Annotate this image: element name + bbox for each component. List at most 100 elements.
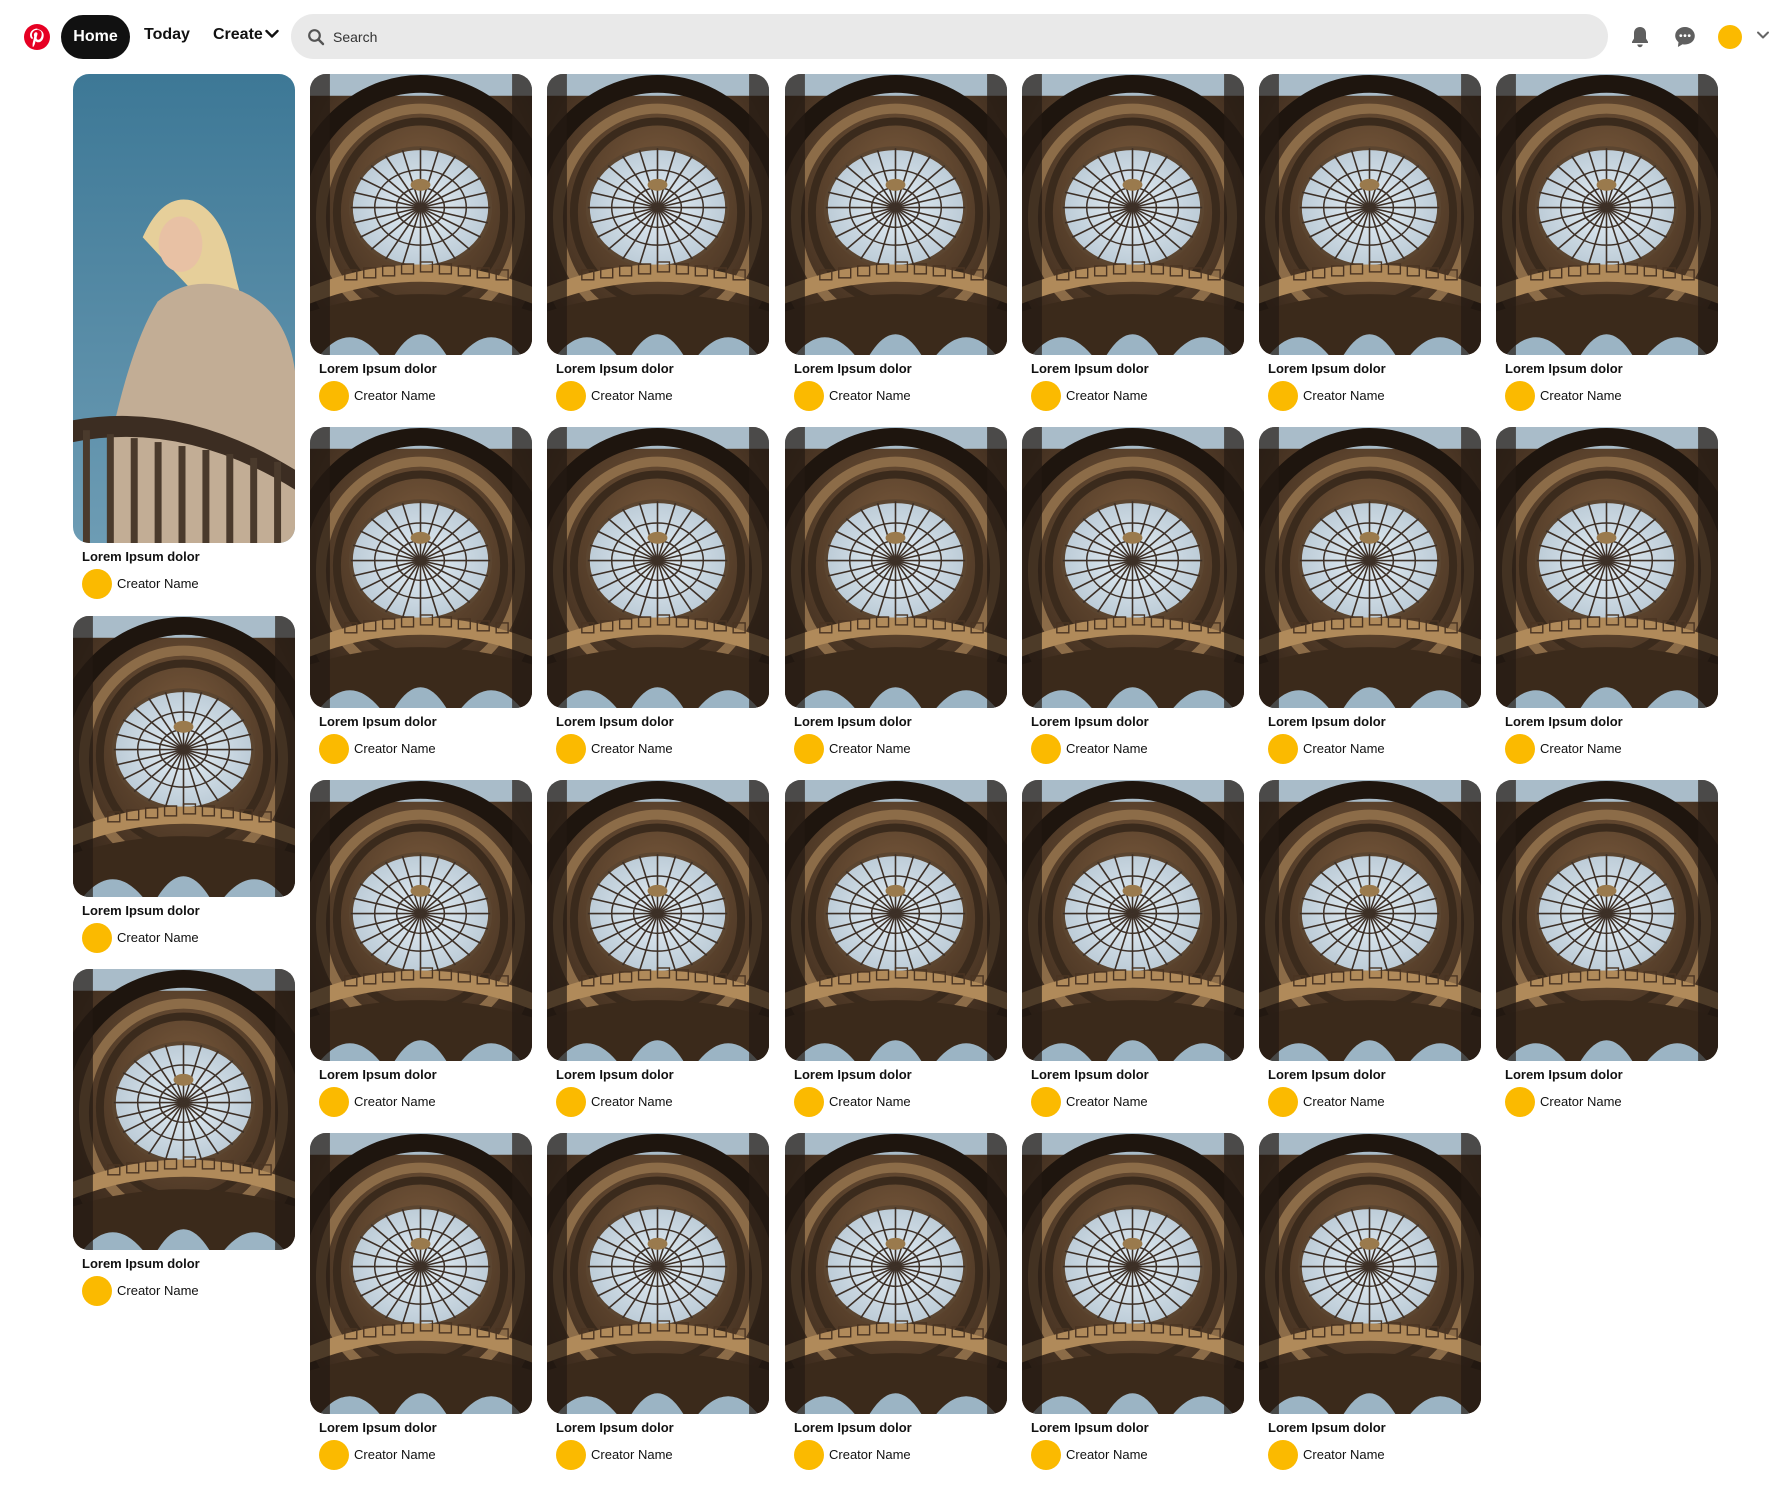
pin-title[interactable]: Lorem Ipsum dolor	[794, 361, 912, 376]
pin-title[interactable]: Lorem Ipsum dolor	[556, 714, 674, 729]
pin-title[interactable]: Lorem Ipsum dolor	[556, 361, 674, 376]
user-avatar[interactable]	[1718, 25, 1742, 49]
creator-name[interactable]: Creator Name	[1303, 1447, 1385, 1462]
creator-name[interactable]: Creator Name	[117, 1283, 199, 1298]
creator-avatar[interactable]	[1268, 381, 1298, 411]
creator-name[interactable]: Creator Name	[354, 1094, 436, 1109]
creator-name[interactable]: Creator Name	[829, 1094, 911, 1109]
search-bar[interactable]	[291, 14, 1608, 59]
search-input[interactable]	[333, 14, 1583, 59]
creator-name[interactable]: Creator Name	[1066, 741, 1148, 756]
creator-avatar[interactable]	[556, 1087, 586, 1117]
creator-avatar[interactable]	[319, 734, 349, 764]
pin-image[interactable]	[1496, 780, 1718, 1061]
creator-name[interactable]: Creator Name	[1066, 1447, 1148, 1462]
pin-image[interactable]	[1022, 1133, 1244, 1414]
creator-avatar[interactable]	[794, 734, 824, 764]
pin-image[interactable]	[310, 74, 532, 355]
pin-title[interactable]: Lorem Ipsum dolor	[319, 1067, 437, 1082]
creator-avatar[interactable]	[1031, 1440, 1061, 1470]
creator-name[interactable]: Creator Name	[591, 1447, 673, 1462]
pin-image[interactable]	[310, 1133, 532, 1414]
creator-avatar[interactable]	[1505, 1087, 1535, 1117]
creator-name[interactable]: Creator Name	[354, 388, 436, 403]
pin-image[interactable]	[73, 616, 295, 897]
pin-title[interactable]: Lorem Ipsum dolor	[1031, 361, 1149, 376]
pin-image[interactable]	[1496, 427, 1718, 708]
creator-name[interactable]: Creator Name	[354, 741, 436, 756]
pin-image[interactable]	[1496, 74, 1718, 355]
creator-name[interactable]: Creator Name	[1540, 741, 1622, 756]
creator-avatar[interactable]	[1031, 734, 1061, 764]
creator-name[interactable]: Creator Name	[591, 1094, 673, 1109]
pin-title[interactable]: Lorem Ipsum dolor	[794, 714, 912, 729]
creator-name[interactable]: Creator Name	[354, 1447, 436, 1462]
pin-image[interactable]	[785, 427, 1007, 708]
pin-image[interactable]	[1259, 1133, 1481, 1414]
creator-avatar[interactable]	[556, 734, 586, 764]
pin-image[interactable]	[547, 427, 769, 708]
creator-avatar[interactable]	[82, 1276, 112, 1306]
pin-title[interactable]: Lorem Ipsum dolor	[1268, 1420, 1386, 1435]
creator-avatar[interactable]	[794, 1440, 824, 1470]
creator-name[interactable]: Creator Name	[591, 741, 673, 756]
creator-avatar[interactable]	[1031, 1087, 1061, 1117]
creator-name[interactable]: Creator Name	[1540, 1094, 1622, 1109]
creator-name[interactable]: Creator Name	[829, 388, 911, 403]
pin-image[interactable]	[1259, 427, 1481, 708]
create-menu[interactable]: Create	[213, 26, 263, 44]
chevron-down-icon[interactable]	[265, 29, 279, 39]
creator-avatar[interactable]	[319, 1087, 349, 1117]
pin-title[interactable]: Lorem Ipsum dolor	[1505, 714, 1623, 729]
pin-title[interactable]: Lorem Ipsum dolor	[319, 1420, 437, 1435]
pin-image[interactable]	[547, 74, 769, 355]
pin-image[interactable]	[310, 427, 532, 708]
bell-icon[interactable]	[1627, 24, 1653, 50]
pin-title[interactable]: Lorem Ipsum dolor	[1031, 1067, 1149, 1082]
creator-name[interactable]: Creator Name	[1066, 388, 1148, 403]
pin-title[interactable]: Lorem Ipsum dolor	[82, 903, 200, 918]
creator-avatar[interactable]	[1268, 1440, 1298, 1470]
pin-title[interactable]: Lorem Ipsum dolor	[556, 1420, 674, 1435]
creator-avatar[interactable]	[1505, 734, 1535, 764]
pin-image[interactable]	[310, 780, 532, 1061]
creator-avatar[interactable]	[82, 923, 112, 953]
creator-avatar[interactable]	[1031, 381, 1061, 411]
pin-image[interactable]	[1259, 74, 1481, 355]
pin-image[interactable]	[1022, 427, 1244, 708]
chevron-down-icon[interactable]	[1756, 30, 1770, 40]
creator-avatar[interactable]	[319, 1440, 349, 1470]
pin-image[interactable]	[73, 74, 295, 543]
pin-image[interactable]	[73, 969, 295, 1250]
pin-title[interactable]: Lorem Ipsum dolor	[1268, 361, 1386, 376]
creator-name[interactable]: Creator Name	[1303, 388, 1385, 403]
creator-avatar[interactable]	[556, 1440, 586, 1470]
creator-name[interactable]: Creator Name	[591, 388, 673, 403]
pin-title[interactable]: Lorem Ipsum dolor	[1268, 1067, 1386, 1082]
pin-image[interactable]	[785, 780, 1007, 1061]
pin-title[interactable]: Lorem Ipsum dolor	[1268, 714, 1386, 729]
creator-name[interactable]: Creator Name	[1066, 1094, 1148, 1109]
pin-image[interactable]	[547, 1133, 769, 1414]
creator-name[interactable]: Creator Name	[829, 1447, 911, 1462]
pin-image[interactable]	[785, 1133, 1007, 1414]
creator-avatar[interactable]	[556, 381, 586, 411]
chat-icon[interactable]	[1672, 24, 1698, 50]
pin-title[interactable]: Lorem Ipsum dolor	[82, 549, 200, 564]
creator-name[interactable]: Creator Name	[829, 741, 911, 756]
pin-image[interactable]	[1259, 780, 1481, 1061]
pin-title[interactable]: Lorem Ipsum dolor	[1505, 361, 1623, 376]
pin-title[interactable]: Lorem Ipsum dolor	[82, 1256, 200, 1271]
creator-name[interactable]: Creator Name	[1303, 1094, 1385, 1109]
creator-avatar[interactable]	[794, 1087, 824, 1117]
today-link[interactable]: Today	[144, 26, 190, 44]
creator-avatar[interactable]	[1505, 381, 1535, 411]
pin-image[interactable]	[1022, 780, 1244, 1061]
creator-avatar[interactable]	[319, 381, 349, 411]
creator-avatar[interactable]	[82, 569, 112, 599]
pin-title[interactable]: Lorem Ipsum dolor	[1031, 714, 1149, 729]
pin-image[interactable]	[547, 780, 769, 1061]
pin-title[interactable]: Lorem Ipsum dolor	[319, 361, 437, 376]
home-button[interactable]: Home	[61, 15, 130, 59]
pin-title[interactable]: Lorem Ipsum dolor	[1031, 1420, 1149, 1435]
